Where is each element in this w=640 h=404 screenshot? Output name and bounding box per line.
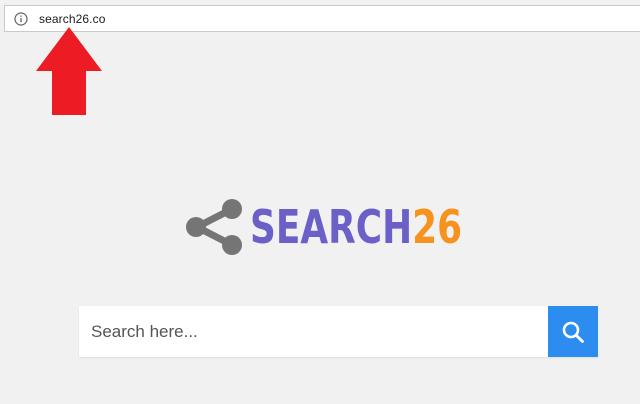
- search-button[interactable]: [548, 306, 598, 357]
- red-up-arrow-icon: [36, 27, 102, 115]
- search-icon: [562, 321, 584, 343]
- logo-text: SEARCH26: [250, 204, 462, 250]
- share-icon: [186, 199, 242, 255]
- logo-text-number: 26: [412, 200, 463, 254]
- info-circle-icon[interactable]: [14, 11, 28, 26]
- url-text[interactable]: search26.co: [39, 12, 105, 26]
- search26-logo: SEARCH26: [184, 196, 522, 258]
- search-box: [79, 306, 598, 357]
- logo-text-main: SEARCH: [250, 200, 413, 254]
- search-input[interactable]: [79, 306, 548, 357]
